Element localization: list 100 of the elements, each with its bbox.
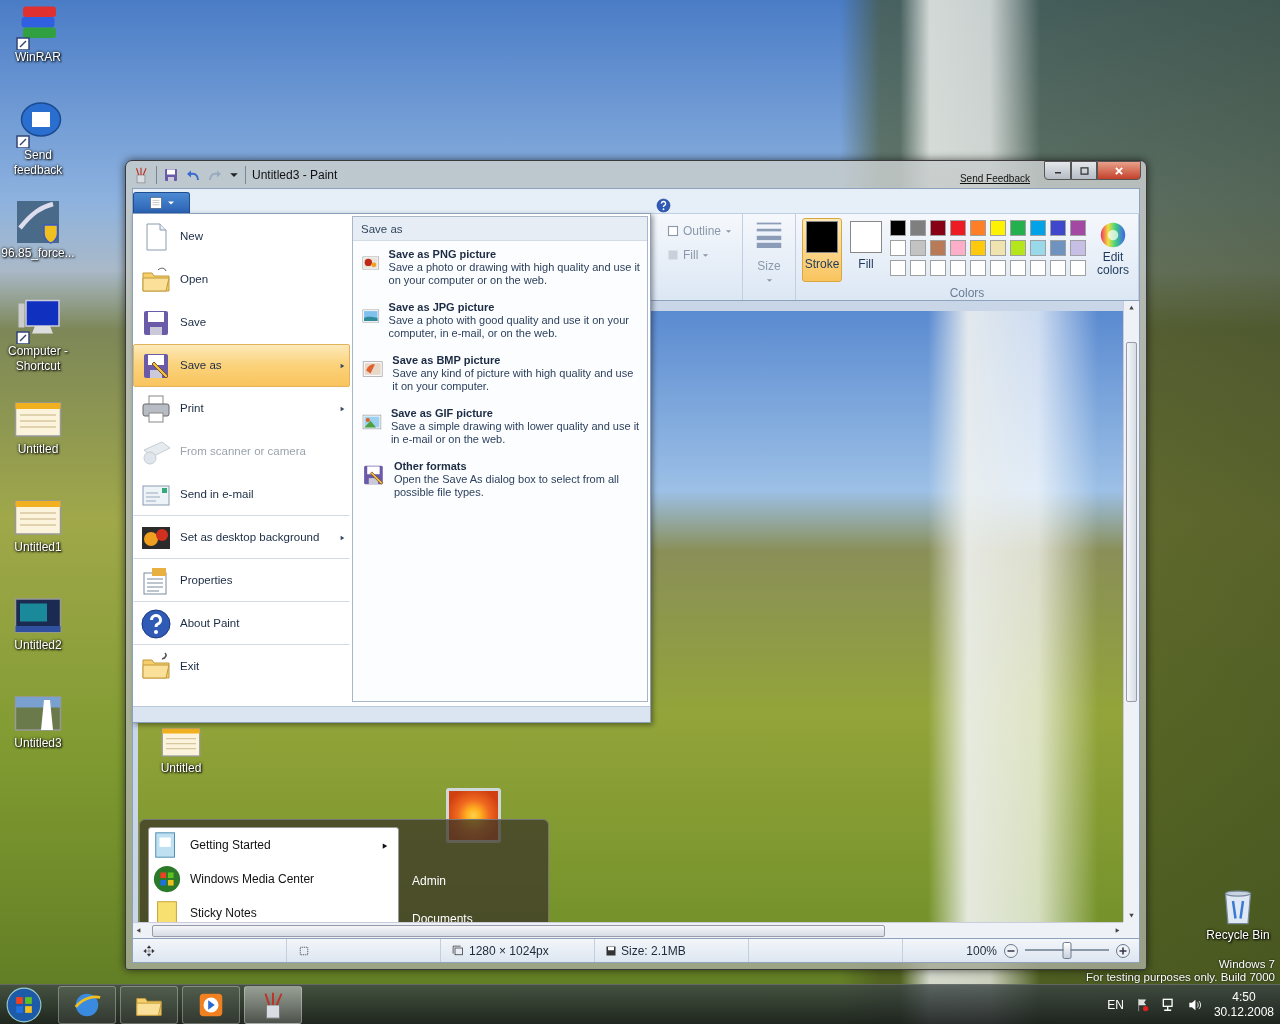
color-swatch[interactable]: [970, 240, 986, 256]
menu-item[interactable]: Save: [133, 301, 350, 344]
color-swatch[interactable]: [1050, 240, 1066, 256]
speech-bubble-icon[interactable]: [14, 100, 62, 148]
taskbar-button[interactable]: [244, 985, 302, 1024]
menu-item[interactable]: New: [133, 215, 350, 258]
taskbar-button[interactable]: [120, 985, 178, 1024]
image-dimensions: 1280 × 1024px: [469, 942, 549, 960]
scroll-up-icon[interactable]: [1128, 305, 1135, 310]
color-swatch[interactable]: [930, 260, 946, 276]
scrollbar-thumb[interactable]: [1126, 341, 1137, 702]
menu-item[interactable]: About Paint: [133, 602, 350, 645]
minimize-button[interactable]: [1044, 161, 1071, 180]
color-swatch[interactable]: [1010, 260, 1026, 276]
color-wheel-icon: [1099, 221, 1127, 249]
network-icon[interactable]: [1161, 997, 1176, 1012]
color-swatch[interactable]: [970, 260, 986, 276]
save-format-option[interactable]: Other formats Open the Save As dialog box to select from all possible file types.: [353, 453, 647, 506]
menu-item[interactable]: Exit: [133, 645, 350, 688]
start-button[interactable]: [4, 985, 44, 1024]
color-swatch[interactable]: [890, 220, 906, 236]
caret-icon: [725, 227, 733, 235]
windows-logo-icon: [152, 864, 182, 894]
taskbar-button[interactable]: [182, 985, 240, 1024]
close-icon: [1113, 165, 1125, 176]
color-swatch[interactable]: [950, 220, 966, 236]
scroll-left-icon[interactable]: [136, 927, 141, 934]
file-menu-button[interactable]: [133, 192, 190, 213]
taskbar-button[interactable]: [58, 985, 116, 1024]
scroll-down-icon[interactable]: [1128, 913, 1135, 918]
fill-square-icon: [667, 249, 679, 261]
menu-item[interactable]: Open: [133, 258, 350, 301]
desktop-icon-label: Untitled: [159, 761, 203, 776]
send-feedback-link[interactable]: Send Feedback: [959, 171, 1030, 186]
edit-colors-button[interactable]: Edit colors: [1094, 218, 1132, 282]
color-swatch[interactable]: [910, 220, 926, 236]
zoom-level: 100%: [966, 942, 997, 960]
caret-icon: [765, 277, 773, 284]
color-swatch[interactable]: [1070, 220, 1086, 236]
maximize-button[interactable]: [1071, 161, 1097, 180]
selection-icon: [297, 944, 311, 957]
stroke-color-button[interactable]: Stroke: [802, 218, 842, 282]
outline-square-icon: [667, 225, 679, 237]
color-swatch[interactable]: [910, 240, 926, 256]
save-format-option[interactable]: Save as PNG picture Save a photo or drawing with high quality and use it on your computer or on the web.: [353, 241, 647, 294]
color-swatch[interactable]: [930, 240, 946, 256]
save-format-option[interactable]: Save as BMP picture Save any kind of picture with high quality and use it on your computer.: [353, 347, 647, 400]
menu-item[interactable]: Print: [133, 387, 350, 430]
color-swatch[interactable]: [990, 220, 1006, 236]
watermark-text: Windows 7: [1218, 958, 1275, 971]
color-swatch[interactable]: [890, 240, 906, 256]
scroll-right-icon[interactable]: [1115, 927, 1120, 934]
shield-icon[interactable]: [14, 198, 62, 246]
menu-item[interactable]: Set as desktop background: [133, 516, 350, 559]
menu-item[interactable]: Save as: [133, 344, 350, 387]
submenu-arrow-icon: [340, 361, 345, 370]
color-swatch[interactable]: [1030, 220, 1046, 236]
color-swatch[interactable]: [1070, 260, 1086, 276]
color-swatch[interactable]: [950, 260, 966, 276]
color-swatch[interactable]: [1030, 240, 1046, 256]
color-swatch[interactable]: [1030, 260, 1046, 276]
color-swatch[interactable]: [1050, 220, 1066, 236]
canvas-size-icon: [451, 944, 465, 957]
color-swatch[interactable]: [970, 220, 986, 236]
desktop-icon-label[interactable]: Computer - Shortcut: [0, 344, 76, 374]
group-label: Colors: [948, 285, 986, 302]
help-icon[interactable]: [656, 198, 671, 213]
scrollbar-thumb[interactable]: [152, 924, 885, 937]
color-swatch[interactable]: [890, 260, 906, 276]
caret-icon: [166, 199, 175, 207]
watermark-text: For testing purposes only. Build 7000: [1086, 971, 1275, 984]
document-icon: [148, 196, 163, 210]
flag-icon[interactable]: [1135, 997, 1150, 1012]
color-swatch[interactable]: [1070, 240, 1086, 256]
color-swatch[interactable]: [950, 240, 966, 256]
menu-item[interactable]: Properties: [133, 559, 350, 602]
fill-color-button[interactable]: Fill: [846, 218, 886, 282]
window-title: Untitled3 - Paint: [252, 166, 338, 184]
save-format-option[interactable]: Save as GIF picture Save a simple drawing with lower quality and use it in e-mail or on the web.: [353, 400, 647, 453]
zoom-slider-thumb[interactable]: [1062, 942, 1072, 959]
color-swatch[interactable]: [1010, 220, 1026, 236]
save-format-option[interactable]: Save as JPG picture Save a photo with good quality and use it on your computer, in e-mail, or on the web.: [353, 294, 647, 347]
color-swatch[interactable]: [1050, 260, 1066, 276]
color-swatch[interactable]: [930, 220, 946, 236]
zoom-out-icon[interactable]: [1003, 942, 1019, 959]
color-swatch[interactable]: [990, 260, 1006, 276]
menu-item[interactable]: Send in e-mail: [133, 473, 350, 516]
submenu-arrow-icon: [382, 841, 388, 850]
close-button[interactable]: [1097, 161, 1141, 180]
color-swatch[interactable]: [1010, 240, 1026, 256]
caret-icon: [702, 251, 710, 259]
color-swatch[interactable]: [910, 260, 926, 276]
maximize-icon: [1078, 165, 1090, 176]
language-indicator[interactable]: EN: [1107, 995, 1124, 1014]
submenu-heading: Save as: [353, 217, 647, 241]
color-swatch[interactable]: [990, 240, 1006, 256]
help-icon: [140, 607, 172, 640]
desktop-icon-label[interactable]: Recycle Bin: [1200, 928, 1276, 943]
zoom-in-icon[interactable]: [1115, 942, 1131, 959]
clock[interactable]: 4:50 30.12.2008: [1213, 989, 1274, 1020]
